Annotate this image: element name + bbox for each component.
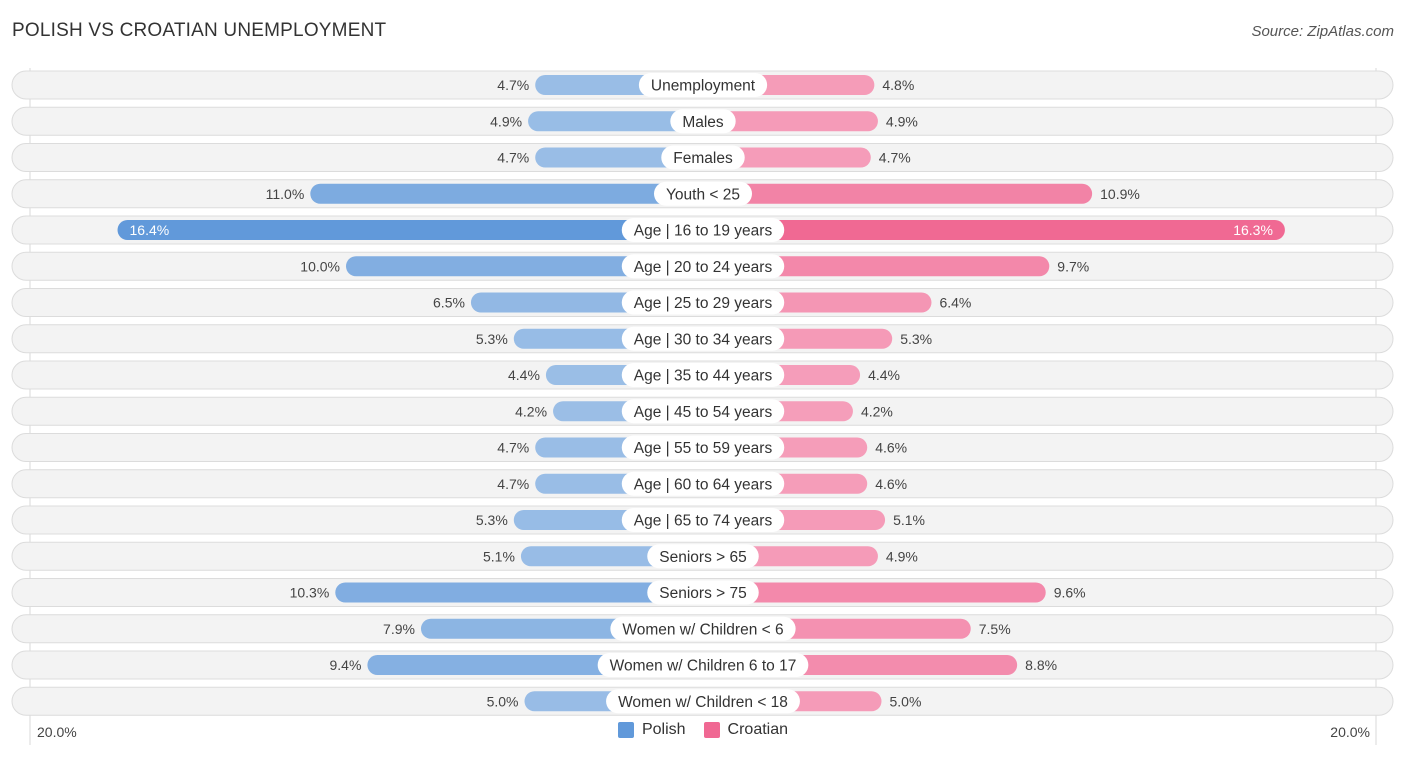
bar-polish: [310, 183, 703, 204]
value-label-polish: 5.3%: [476, 331, 508, 347]
table-row: 4.7% 4.8% Unemployment: [11, 70, 1394, 100]
table-row: 9.4% 8.8% Women w/ Children 6 to 17: [11, 650, 1394, 680]
table-row: 4.2% 4.2% Age | 45 to 54 years: [11, 396, 1394, 426]
table-row: 5.1% 4.9% Seniors > 65: [11, 541, 1394, 571]
table-row: 5.0% 5.0% Women w/ Children < 18: [11, 686, 1394, 716]
value-label-croatian: 4.7%: [879, 150, 911, 166]
value-label-polish: 10.3%: [290, 585, 330, 601]
table-row: 10.3% 9.6% Seniors > 75: [11, 578, 1394, 607]
table-row: 6.5% 6.4% Age | 25 to 29 years: [11, 288, 1394, 317]
value-label-croatian: 9.7%: [1057, 258, 1089, 274]
bar-polish: [117, 220, 703, 240]
legend-label-croatian: Croatian: [727, 721, 789, 738]
category-label: Age | 20 to 24 years: [634, 259, 773, 276]
table-row: 4.4% 4.4% Age | 35 to 44 years: [11, 360, 1394, 390]
value-label-croatian: 4.6%: [875, 476, 907, 492]
value-label-croatian: 7.5%: [979, 621, 1011, 637]
value-label-polish: 4.4%: [508, 367, 540, 383]
category-label: Age | 60 to 64 years: [634, 476, 773, 493]
category-label: Males: [682, 114, 724, 131]
table-row: 11.0% 10.9% Youth < 25: [11, 179, 1394, 209]
value-label-croatian: 10.9%: [1100, 186, 1140, 202]
legend-item-polish[interactable]: Polish: [617, 721, 686, 739]
category-label: Age | 35 to 44 years: [634, 368, 773, 385]
table-row: 4.7% 4.7% Females: [11, 143, 1394, 172]
value-label-croatian: 5.1%: [893, 512, 925, 528]
value-label-croatian: 6.4%: [939, 295, 971, 311]
value-label-polish: 16.4%: [130, 222, 170, 238]
value-label-polish: 4.9%: [490, 113, 522, 129]
category-label: Age | 65 to 74 years: [634, 513, 773, 530]
value-label-polish: 4.2%: [515, 403, 547, 419]
table-row: 4.9% 4.9% Males: [11, 106, 1394, 136]
category-label: Age | 30 to 34 years: [634, 331, 773, 348]
table-row: 16.4% 16.3% Age | 16 to 19 years: [11, 215, 1394, 245]
value-label-croatian: 5.3%: [900, 331, 932, 347]
value-label-croatian: 4.6%: [875, 440, 907, 456]
chart-rows: 4.7% 4.8%Unemployment4.9% 4.9%Males4.7% 4.7…: [11, 70, 1394, 716]
legend-swatch-croatian: [703, 722, 720, 738]
value-label-croatian: 5.0%: [890, 693, 922, 709]
value-label-polish: 5.1%: [483, 548, 515, 564]
value-label-polish: 4.7%: [497, 150, 529, 166]
chart-area: 4.7% 4.8%Unemployment4.9% 4.9%Males4.7% 4.7…: [11, 68, 1394, 745]
value-label-polish: 7.9%: [383, 621, 415, 637]
category-label: Seniors > 75: [659, 585, 746, 602]
value-label-polish: 11.0%: [266, 186, 305, 202]
value-label-polish: 4.7%: [497, 77, 529, 93]
value-label-croatian: 4.9%: [886, 113, 918, 129]
category-label: Women w/ Children < 18: [618, 694, 788, 711]
category-label: Age | 25 to 29 years: [634, 295, 773, 312]
table-row: 4.7% 4.6% Age | 55 to 59 years: [11, 433, 1394, 462]
value-label-croatian: 16.3%: [1233, 222, 1273, 238]
table-row: 4.7% 4.6% Age | 60 to 64 years: [11, 469, 1394, 499]
table-row: 10.0% 9.7% Age | 20 to 24 years: [11, 251, 1394, 281]
category-label: Age | 45 to 54 years: [634, 404, 773, 421]
legend-item-croatian[interactable]: Croatian: [703, 721, 789, 739]
value-label-croatian: 4.9%: [886, 548, 918, 564]
value-label-polish: 9.4%: [329, 657, 361, 673]
legend: Polish Croatian: [0, 721, 1406, 739]
value-label-croatian: 9.6%: [1054, 585, 1086, 601]
value-label-polish: 4.7%: [497, 476, 529, 492]
category-label: Females: [673, 150, 733, 167]
value-label-polish: 10.0%: [300, 258, 340, 274]
category-label: Women w/ Children 6 to 17: [610, 658, 797, 675]
value-label-polish: 4.7%: [497, 440, 529, 456]
category-label: Age | 16 to 19 years: [634, 223, 773, 240]
category-label: Youth < 25: [666, 186, 740, 203]
table-row: 5.3% 5.3% Age | 30 to 34 years: [11, 324, 1394, 354]
legend-swatch-polish: [617, 722, 634, 738]
value-label-croatian: 8.8%: [1025, 657, 1057, 673]
legend-label-polish: Polish: [641, 721, 686, 738]
table-row: 5.3% 5.1% Age | 65 to 74 years: [11, 505, 1394, 535]
bar-croatian: [703, 220, 1285, 240]
table-row: 7.9% 7.5% Women w/ Children < 6: [11, 614, 1394, 644]
bar-croatian: [703, 183, 1093, 204]
category-label: Unemployment: [651, 78, 756, 95]
value-label-polish: 5.0%: [487, 693, 519, 709]
value-label-croatian: 4.4%: [868, 367, 900, 383]
value-label-polish: 5.3%: [476, 512, 508, 528]
value-label-croatian: 4.2%: [861, 403, 893, 419]
value-label-croatian: 4.8%: [882, 77, 914, 93]
category-label: Seniors > 65: [659, 549, 746, 566]
value-label-polish: 6.5%: [433, 295, 465, 311]
category-label: Women w/ Children < 6: [622, 621, 783, 638]
category-label: Age | 55 to 59 years: [634, 440, 773, 457]
